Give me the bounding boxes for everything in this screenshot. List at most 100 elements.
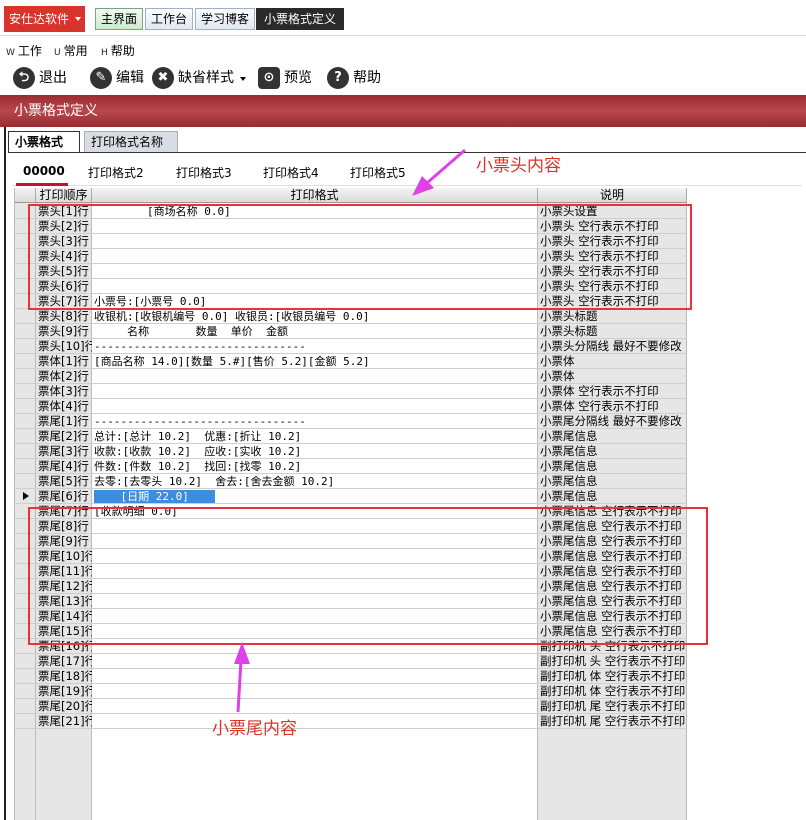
cell-print-format[interactable]	[94, 369, 537, 384]
table-row[interactable]: 票尾[2]行 总计:[总计 10.2] 优惠:[折让 10.2] 小票尾信息	[15, 429, 687, 444]
tab-workbench[interactable]: 工作台	[145, 8, 193, 30]
edit-button[interactable]: ✎ 编辑	[90, 65, 150, 91]
table-row[interactable]: 票体[4]行 小票体 空行表示不打印	[15, 399, 687, 414]
table-row[interactable]: 票尾[20]行 副打印机 尾 空行表示不打印	[15, 699, 687, 714]
header-highlight-box	[28, 204, 692, 310]
cell-print-format-text: 名称 数量 单价 金额	[94, 325, 288, 338]
cell-print-order: 票尾[3]行	[38, 444, 89, 458]
row-header-cell[interactable]	[15, 414, 36, 429]
cell-print-format-text: 件数:[件数 10.2] 找回:[找零 10.2]	[94, 460, 302, 473]
row-header-cell[interactable]	[15, 669, 36, 684]
tab-format-2[interactable]: 打印格式2	[88, 164, 144, 181]
cell-description: 副打印机 体 空行表示不打印	[540, 669, 686, 683]
row-header-cell[interactable]	[15, 309, 36, 324]
tab-format-00000[interactable]: 00000	[23, 164, 65, 178]
row-pointer-icon	[23, 492, 29, 500]
tab-receipt-format[interactable]: 小票格式定义	[256, 8, 344, 30]
row-header-cell[interactable]	[15, 714, 36, 729]
table-row[interactable]: 票尾[17]行 副打印机 头 空行表示不打印	[15, 654, 687, 669]
cell-print-format[interactable]	[94, 699, 537, 714]
table-row[interactable]: 票尾[6]行 [日期 22.0] 小票尾信息	[15, 489, 687, 504]
tab-blog[interactable]: 学习博客	[195, 8, 255, 30]
table-row[interactable]: 票尾[19]行 副打印机 体 空行表示不打印	[15, 684, 687, 699]
cell-print-format[interactable]: 总计:[总计 10.2] 优惠:[折让 10.2]	[94, 429, 537, 444]
table-row[interactable]: 票头[10]行 -------------------------------- 小…	[15, 339, 687, 354]
cell-print-format[interactable]	[94, 669, 537, 684]
table-row[interactable]: 票尾[21]行 副打印机 尾 空行表示不打印	[15, 714, 687, 729]
tab-format-4[interactable]: 打印格式4	[263, 164, 319, 181]
cell-print-format[interactable]: 名称 数量 单价 金额	[94, 324, 537, 339]
cell-description: 副打印机 尾 空行表示不打印	[540, 699, 686, 713]
cell-print-order: 票头[8]行	[38, 309, 89, 323]
tab-format-3[interactable]: 打印格式3	[176, 164, 232, 181]
cell-print-order: 票尾[19]行	[38, 684, 92, 698]
table-row[interactable]: 票尾[1]行 -------------------------------- 小票…	[15, 414, 687, 429]
row-header-cell[interactable]	[15, 654, 36, 669]
exit-button[interactable]: ⮌ 退出	[13, 65, 73, 91]
cell-print-format[interactable]	[94, 654, 537, 669]
cell-print-format[interactable]	[94, 384, 537, 399]
cell-print-format[interactable]	[94, 714, 537, 729]
table-row[interactable]: 票体[3]行 小票体 空行表示不打印	[15, 384, 687, 399]
row-header-cell[interactable]	[15, 474, 36, 489]
row-header-cell[interactable]	[15, 444, 36, 459]
cell-print-format[interactable]: 件数:[件数 10.2] 找回:[找零 10.2]	[94, 459, 537, 474]
cell-description: 小票尾信息	[540, 444, 598, 458]
help-button[interactable]: ? 帮助	[327, 65, 387, 91]
cell-print-format[interactable]	[94, 684, 537, 699]
row-header-cell[interactable]	[15, 429, 36, 444]
menu-common[interactable]: U 常用	[54, 42, 88, 59]
cell-description: 小票体 空行表示不打印	[540, 399, 659, 413]
table-row[interactable]: 票尾[4]行 件数:[件数 10.2] 找回:[找零 10.2] 小票尾信息	[15, 459, 687, 474]
row-header-cell[interactable]	[15, 399, 36, 414]
row-header-cell[interactable]	[15, 489, 36, 504]
cell-print-order: 票体[4]行	[38, 399, 89, 413]
row-header-cell[interactable]	[15, 369, 36, 384]
cell-print-format[interactable]: 收银机:[收银机编号 0.0] 收银员:[收银员编号 0.0]	[94, 309, 537, 324]
tab-main[interactable]: 主界面	[95, 8, 143, 30]
menu-help[interactable]: H 帮助	[101, 42, 135, 59]
cell-print-order: 票尾[4]行	[38, 459, 89, 473]
table-row[interactable]: 票尾[3]行 收款:[收款 10.2] 应收:[实收 10.2] 小票尾信息	[15, 444, 687, 459]
table-row[interactable]: 票尾[5]行 去零:[去零头 10.2] 舍去:[舍去金额 10.2] 小票尾信息	[15, 474, 687, 489]
table-row[interactable]: 票体[1]行 [商品名称 14.0][数量 5.#][售价 5.2][金额 5.2…	[15, 354, 687, 369]
cell-print-format[interactable]: --------------------------------	[94, 339, 537, 354]
cell-print-format[interactable]: 去零:[去零头 10.2] 舍去:[舍去金额 10.2]	[94, 474, 537, 489]
tab-format-5[interactable]: 打印格式5	[350, 164, 406, 181]
cell-print-format[interactable]: [商品名称 14.0][数量 5.#][售价 5.2][金额 5.2]	[94, 354, 537, 369]
default-style-button[interactable]: ✖ 缺省样式	[152, 65, 252, 91]
tab-receipt-style[interactable]: 小票格式	[8, 131, 80, 153]
cell-print-order: 票尾[2]行	[38, 429, 89, 443]
column-header-description[interactable]: 说明	[538, 188, 687, 203]
table-row[interactable]: 票头[9]行 名称 数量 单价 金额 小票头标题	[15, 324, 687, 339]
cell-print-format[interactable]: --------------------------------	[94, 414, 537, 429]
menu-work[interactable]: W 工作	[6, 42, 42, 59]
brand-menu-button[interactable]: 安仕达软件	[4, 6, 85, 32]
cell-print-format-text: [商品名称 14.0][数量 5.#][售价 5.2][金额 5.2]	[94, 355, 370, 368]
cell-print-format[interactable]	[94, 399, 537, 414]
table-row[interactable]: 票尾[18]行 副打印机 体 空行表示不打印	[15, 669, 687, 684]
cell-print-format[interactable]: 收款:[收款 10.2] 应收:[实收 10.2]	[94, 444, 537, 459]
row-header-cell[interactable]	[15, 354, 36, 369]
row-header-cell[interactable]	[15, 459, 36, 474]
toolbar: ⮌ 退出 ✎ 编辑 ✖ 缺省样式 ⊙ 预览 ? 帮助	[0, 62, 806, 94]
table-row[interactable]: 票体[2]行 小票体	[15, 369, 687, 384]
row-header-cell[interactable]	[15, 384, 36, 399]
cell-print-format-text: 收银机:[收银机编号 0.0] 收银员:[收银员编号 0.0]	[94, 310, 370, 323]
cell-print-order: 票头[10]行	[38, 339, 92, 353]
row-header-cell[interactable]	[15, 684, 36, 699]
cell-print-format[interactable]: [日期 22.0]	[94, 489, 537, 504]
cell-description: 小票尾信息	[540, 459, 598, 473]
row-header-cell[interactable]	[15, 339, 36, 354]
row-header-cell[interactable]	[15, 324, 36, 339]
tab-print-format-name[interactable]: 打印格式名称	[84, 131, 178, 153]
column-header-order[interactable]: 打印顺序	[36, 188, 92, 203]
cell-print-format-text: --------------------------------	[94, 415, 306, 428]
row-header-cell[interactable]	[15, 699, 36, 714]
table-row[interactable]: 票头[8]行 收银机:[收银机编号 0.0] 收银员:[收银员编号 0.0] 小票头…	[15, 309, 687, 324]
brand-label: 安仕达软件	[9, 12, 70, 26]
column-header-format[interactable]: 打印格式	[92, 188, 538, 203]
pencil-icon: ✎	[90, 67, 112, 89]
preview-button[interactable]: ⊙ 预览	[258, 65, 318, 91]
cell-print-order: 票体[3]行	[38, 384, 89, 398]
